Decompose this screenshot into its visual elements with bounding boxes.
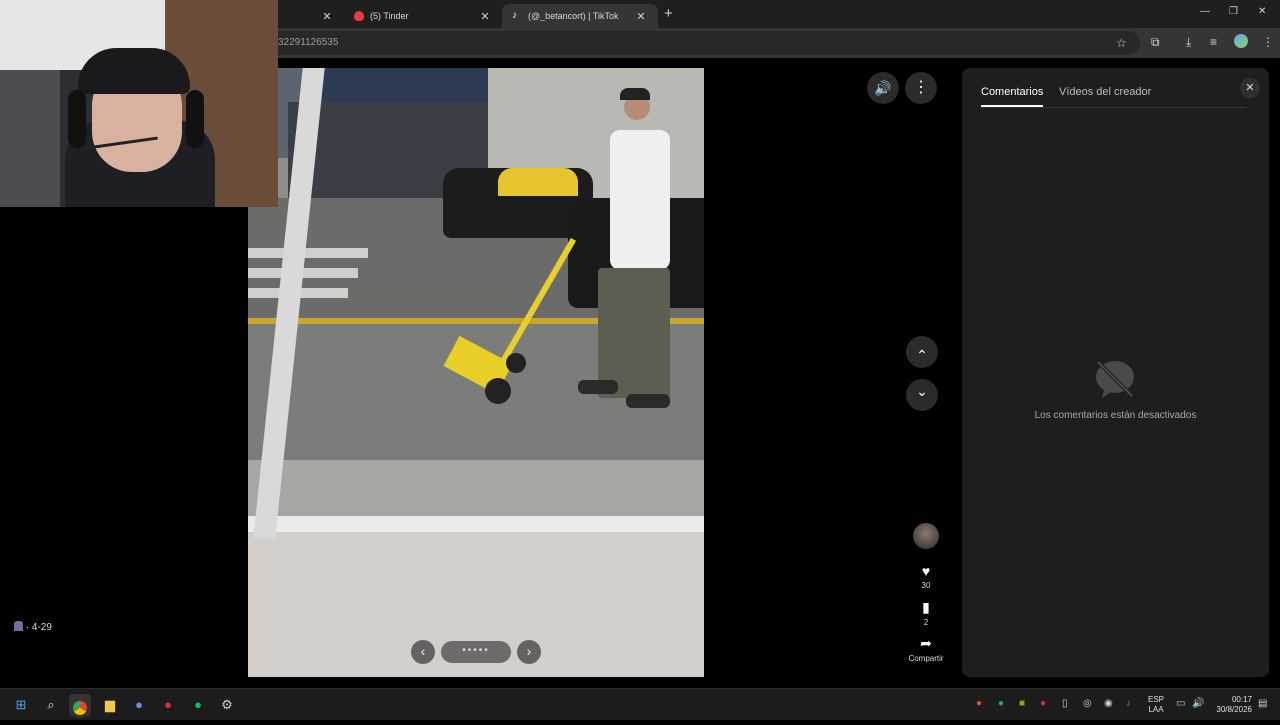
restore-button[interactable]: ❐ [1229,6,1238,17]
like-count: 30 [921,581,931,590]
notifications-icon[interactable]: ▤ [1258,698,1267,709]
discord-icon[interactable]: ● [128,694,150,716]
video-meta-text: · 4-29 [25,622,52,633]
browser-menu-icon[interactable]: ⋮ [1262,35,1274,49]
tray-mic-icon[interactable]: ● [976,698,982,709]
close-tab-icon[interactable]: ✕ [478,10,492,23]
comments-panel: Comentarios Vídeos del creador ✕ Los com… [962,68,1269,677]
extensions-icon[interactable]: ⧉ [1151,35,1160,50]
tray-spotify-icon[interactable]: ● [998,698,1004,709]
spotify-icon[interactable]: ● [187,694,209,716]
more-options-icon[interactable]: ⋮ [905,72,937,104]
system-clock[interactable]: 00:17 30/8/2026 [1212,695,1252,715]
bookmark-star-icon[interactable]: ☆ [1116,36,1127,50]
bookmark-icon: ▮ [922,599,930,615]
volume-icon[interactable]: 🔊 [867,72,899,104]
profile-avatar[interactable] [1234,34,1248,48]
file-explorer-icon[interactable]: ▆ [99,694,121,716]
tab-label: (5) Tinder [370,11,409,21]
post-photo[interactable] [248,68,704,677]
video-meta: · 4-29 [14,621,52,633]
tab-comments[interactable]: Comentarios [981,86,1043,98]
windows-taskbar: ⊞ ⌕ ▆ ● ● ● ⚙ ● ● ■ ● ▯ ◎ ◉ ♪ ESP LAA ▭ … [0,688,1280,720]
url-text[interactable]: 32291126535 [278,37,338,48]
tab-tinder[interactable]: (5) Tinder ✕ [344,4,502,28]
media-control-icon[interactable]: ≡ [1210,35,1217,49]
comments-disabled-icon [1096,360,1134,398]
share-button[interactable]: ➦ Compartir [903,635,949,663]
creator-avatar[interactable] [903,523,949,554]
tray-discord-icon[interactable]: ◉ [1104,698,1113,709]
webcam-overlay [0,0,278,207]
carousel-next-button[interactable]: › [517,640,541,664]
tab-1[interactable]: ✕ [278,4,344,28]
photo-carousel-controls: ‹ ••••• › [411,640,541,664]
like-button[interactable]: ♥ 30 [903,563,949,590]
tray-mic-muted-icon[interactable]: ♪ [1126,698,1131,709]
network-icon[interactable]: ▭ [1176,698,1185,709]
active-tab-indicator [981,105,1043,107]
tab-label: (@_betancort) | TikTok [528,11,619,21]
user-icon [14,621,23,631]
tray-nvidia-icon[interactable]: ■ [1019,698,1025,709]
app-red-icon[interactable]: ● [157,694,179,716]
comments-disabled-message: Los comentarios están desactivados [1034,410,1197,421]
close-tab-icon[interactable]: ✕ [320,10,334,23]
clock-time: 00:17 [1231,695,1252,704]
next-video-button[interactable]: ⌄ [906,379,938,411]
clock-date: 30/8/2026 [1216,705,1252,714]
share-label: Compartir [908,654,944,663]
language-code: ESP [1148,695,1165,704]
address-bar[interactable]: 32291126535 ☆ [260,31,1140,55]
tiktok-icon: ♪ [512,10,517,21]
heart-icon: ♥ [921,563,931,579]
tab-creator-videos[interactable]: Vídeos del creador [1059,86,1151,98]
tinder-icon [354,11,364,21]
tab-tiktok[interactable]: ♪ (@_betancort) | TikTok ✕ [502,4,658,28]
carousel-prev-button[interactable]: ‹ [411,640,435,664]
previous-video-button[interactable]: ⌃ [906,336,938,368]
new-tab-button[interactable]: + [664,5,673,22]
share-arrow-icon: ➦ [920,635,932,651]
speaker-icon[interactable]: 🔊 [1192,698,1204,709]
tray-steam-icon[interactable]: ◎ [1083,698,1092,709]
language-indicator[interactable]: ESP LAA [1148,695,1164,715]
carousel-indicator: ••••• [441,641,511,663]
chrome-taskbar-icon[interactable] [69,694,91,718]
close-window-button[interactable]: ✕ [1258,6,1266,17]
minimize-button[interactable]: — [1200,6,1210,17]
download-icon[interactable]: ⤓ [1186,35,1191,50]
close-panel-button[interactable]: ✕ [1240,78,1260,98]
keyboard-layout: LAA [1148,705,1164,714]
app-gear-icon[interactable]: ⚙ [216,694,238,716]
tray-usb-icon[interactable]: ▯ [1062,698,1068,709]
save-count: 2 [923,618,929,627]
tray-app-icon[interactable]: ● [1040,698,1046,709]
panel-divider [981,107,1247,108]
save-button[interactable]: ▮ 2 [903,599,949,627]
search-icon[interactable]: ⌕ [40,694,62,716]
windows-start-icon[interactable]: ⊞ [10,694,32,716]
close-tab-icon[interactable]: ✕ [634,10,648,23]
